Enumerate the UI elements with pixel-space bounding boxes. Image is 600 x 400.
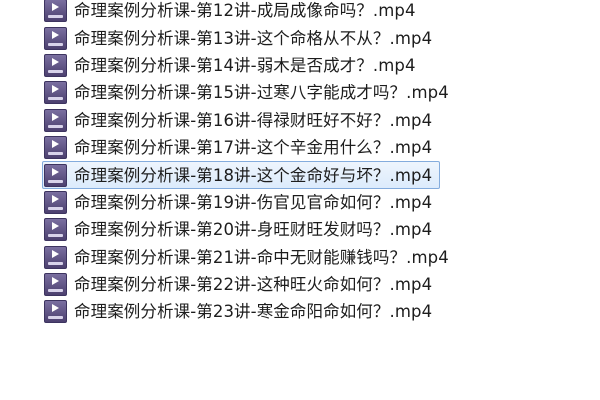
- file-row-lecture-15[interactable]: 命理案例分析课-第15讲-过寒八字能成才吗？.mp4: [42, 79, 457, 106]
- file-row-lecture-17[interactable]: 命理案例分析课-第17讲-这个辛金用什么？.mp4: [42, 134, 440, 161]
- file-row-lecture-12[interactable]: 命理案例分析课-第12讲-成局成像命吗？.mp4: [42, 0, 424, 24]
- mp4-file-icon: [44, 300, 67, 324]
- file-row-lecture-22[interactable]: 命理案例分析课-第22讲-这种旺火命如何？.mp4: [42, 271, 440, 298]
- mp4-file-icon: [44, 190, 67, 214]
- file-row-lecture-23[interactable]: 命理案例分析课-第23讲-寒金命阳命如何？.mp4: [42, 298, 440, 325]
- file-name: 命理案例分析课-第12讲-成局成像命吗？.mp4: [74, 1, 416, 21]
- file-row-lecture-21[interactable]: 命理案例分析课-第21讲-命中无财能赚钱吗？.mp4: [42, 244, 457, 271]
- file-name: 命理案例分析课-第13讲-这个命格从不从？.mp4: [74, 28, 433, 48]
- mp4-file-icon: [44, 273, 67, 297]
- mp4-file-icon: [44, 53, 67, 77]
- mp4-file-icon: [44, 81, 67, 105]
- mp4-file-icon: [44, 26, 67, 50]
- file-row-lecture-16[interactable]: 命理案例分析课-第16讲-得禄财旺好不好？.mp4: [42, 107, 440, 134]
- mp4-file-icon: [44, 163, 67, 187]
- file-name: 命理案例分析课-第21讲-命中无财能赚钱吗？.mp4: [74, 247, 449, 267]
- file-name: 命理案例分析课-第17讲-这个辛金用什么？.mp4: [74, 138, 433, 158]
- file-name: 命理案例分析课-第22讲-这种旺火命如何？.mp4: [74, 275, 433, 295]
- file-name: 命理案例分析课-第15讲-过寒八字能成才吗？.mp4: [74, 83, 449, 103]
- file-name: 命理案例分析课-第16讲-得禄财旺好不好？.mp4: [74, 110, 433, 130]
- file-row-lecture-19[interactable]: 命理案例分析课-第19讲-伤官见官命如何？.mp4: [42, 189, 440, 216]
- file-row-lecture-18[interactable]: 命理案例分析课-第18讲-这个金命好与坏？.mp4: [42, 161, 441, 189]
- file-name: 命理案例分析课-第19讲-伤官见官命如何？.mp4: [74, 192, 433, 212]
- file-row-lecture-14[interactable]: 命理案例分析课-第14讲-弱木是否成才？.mp4: [42, 52, 424, 79]
- mp4-file-icon: [44, 136, 67, 160]
- file-list: 命理案例分析课-第12讲-成局成像命吗？.mp4 命理案例分析课-第13讲-这个…: [42, 0, 562, 400]
- file-name: 命理案例分析课-第23讲-寒金命阳命如何？.mp4: [74, 302, 433, 322]
- mp4-file-icon: [44, 218, 67, 242]
- mp4-file-icon: [44, 108, 67, 132]
- file-name: 命理案例分析课-第20讲-身旺财旺发财吗？.mp4: [74, 220, 433, 240]
- mp4-file-icon: [44, 245, 67, 269]
- file-row-lecture-20[interactable]: 命理案例分析课-第20讲-身旺财旺发财吗？.mp4: [42, 216, 440, 243]
- mp4-file-icon: [44, 0, 67, 23]
- file-name: 命理案例分析课-第14讲-弱木是否成才？.mp4: [74, 55, 416, 75]
- file-name: 命理案例分析课-第18讲-这个金命好与坏？.mp4: [74, 165, 433, 185]
- file-row-lecture-13[interactable]: 命理案例分析课-第13讲-这个命格从不从？.mp4: [42, 24, 440, 51]
